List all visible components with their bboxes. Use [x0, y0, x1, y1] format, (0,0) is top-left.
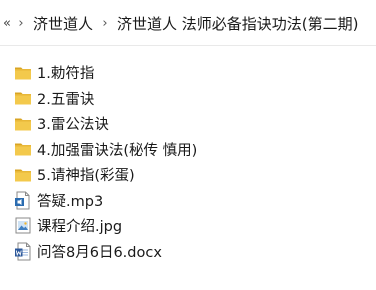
breadcrumb-item-parent[interactable]: 济世道人	[29, 13, 97, 34]
file-list-item[interactable]: 3.雷公法诀	[0, 111, 376, 137]
word-document-icon	[13, 241, 33, 261]
file-name: 答疑.mp3	[37, 193, 104, 210]
folder-icon	[13, 114, 33, 134]
file-list-item[interactable]: 4.加强雷诀法(秘传 慎用)	[0, 137, 376, 163]
file-name: 3.雷公法诀	[37, 117, 109, 134]
file-list-item[interactable]: 5.请神指(彩蛋)	[0, 162, 376, 188]
breadcrumb-item-current[interactable]: 济世道人 法师必备指诀功法(第二期)	[113, 13, 362, 34]
breadcrumb-separator-icon[interactable]: ›	[13, 16, 29, 31]
file-name: 课程介绍.jpg	[37, 219, 123, 236]
file-name: 1.勅符指	[37, 66, 95, 83]
file-name: 2.五雷诀	[37, 91, 95, 108]
folder-icon	[13, 88, 33, 108]
file-list-item[interactable]: 问答8月6日6.docx	[0, 239, 376, 265]
folder-icon	[13, 139, 33, 159]
header-divider	[0, 45, 376, 46]
breadcrumb: « › 济世道人 › 济世道人 法师必备指诀功法(第二期)	[0, 0, 376, 46]
folder-icon	[13, 63, 33, 83]
breadcrumb-separator-icon[interactable]: ›	[97, 16, 113, 31]
image-file-icon	[13, 216, 33, 236]
file-list-item[interactable]: 答疑.mp3	[0, 188, 376, 214]
breadcrumb-overflow-icon[interactable]: «	[1, 16, 13, 31]
file-list-item[interactable]: 1.勅符指	[0, 60, 376, 86]
file-name: 问答8月6日6.docx	[37, 244, 162, 261]
folder-icon	[13, 165, 33, 185]
audio-file-icon	[13, 190, 33, 210]
file-list-item[interactable]: 课程介绍.jpg	[0, 213, 376, 239]
file-list: 1.勅符指 2.五雷诀 3.雷公法诀 4.加强雷诀法(秘传 慎用) 5.请神指(…	[0, 60, 376, 264]
file-name: 4.加强雷诀法(秘传 慎用)	[37, 142, 198, 159]
file-list-item[interactable]: 2.五雷诀	[0, 86, 376, 112]
file-name: 5.请神指(彩蛋)	[37, 168, 135, 185]
